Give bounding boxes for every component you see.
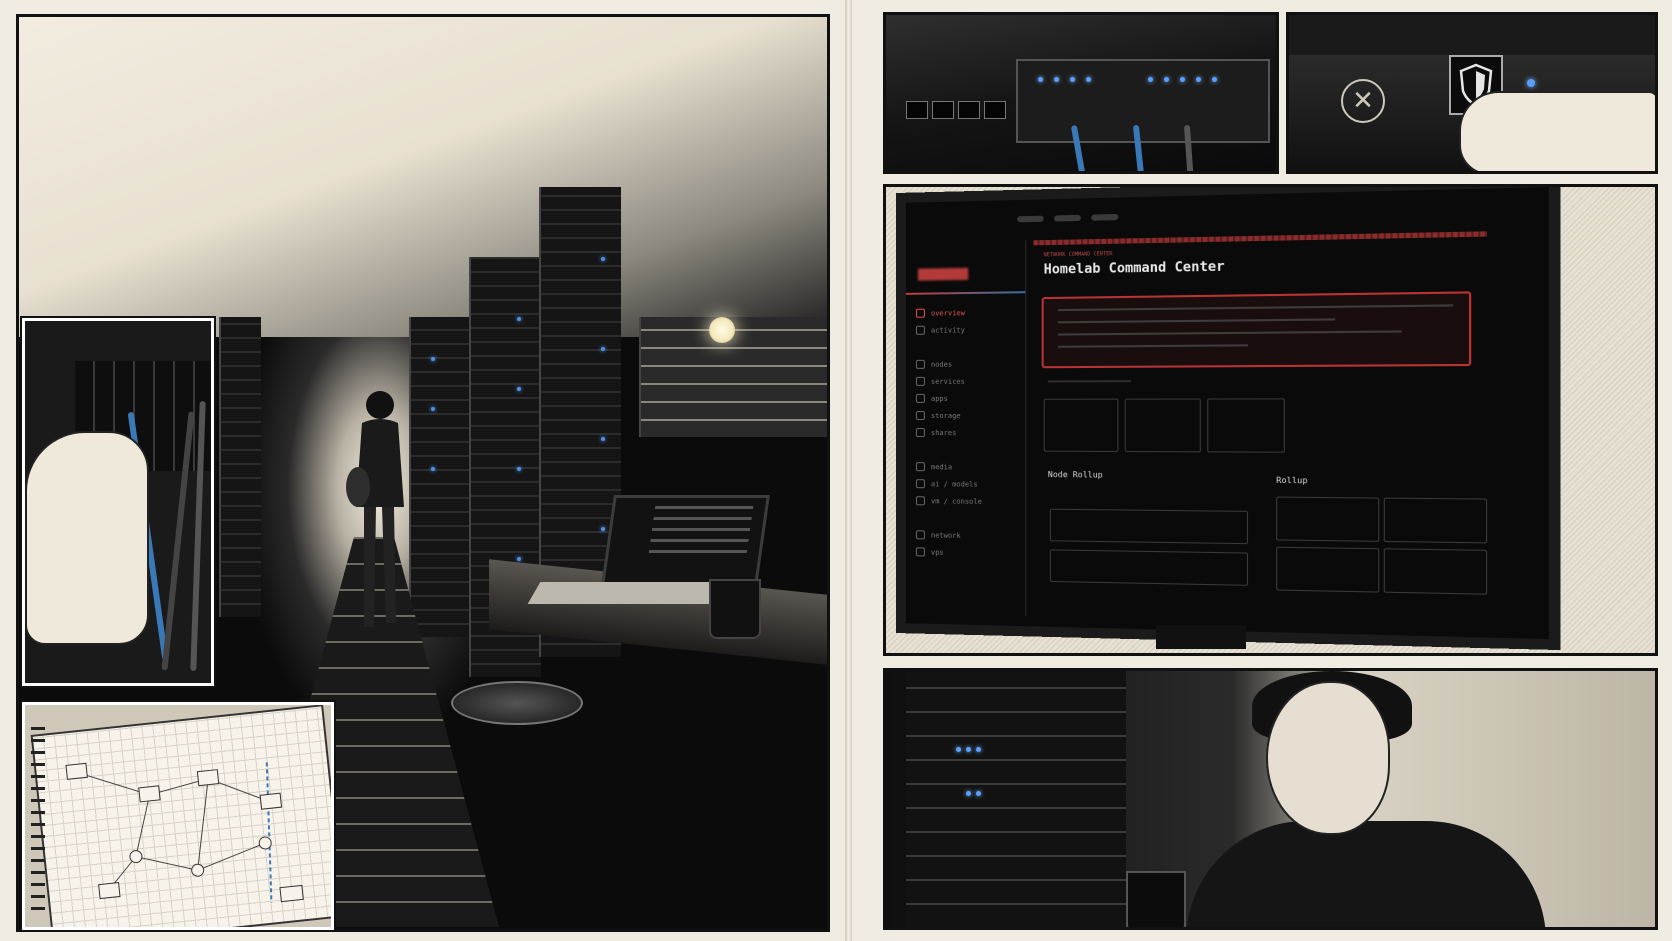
sidebar-item-overview[interactable]: overview [915, 303, 1021, 321]
logo-divider [905, 291, 1026, 295]
hand-plugging-cable [25, 431, 149, 645]
overview-icon [915, 308, 925, 318]
round-stool [451, 681, 583, 725]
sidebar-item-network[interactable]: network [915, 526, 1021, 545]
window-topbar [1017, 213, 1119, 223]
person-walking-figure [346, 391, 404, 627]
close-x-icon: ✕ [1341, 79, 1385, 123]
apps-icon [915, 393, 925, 403]
rollup-tile[interactable] [1383, 497, 1488, 544]
page-gutter [845, 0, 852, 941]
stat-card[interactable] [1207, 398, 1285, 453]
graph-paper-sheet [30, 705, 331, 927]
sidebar-item-apps[interactable]: apps [915, 390, 1021, 407]
monitor-panel: overview activity nodes services apps st… [883, 184, 1658, 656]
rollup-tile[interactable] [1276, 546, 1380, 593]
ethernet-port [932, 101, 954, 119]
sidebar-group-heading [916, 441, 1021, 459]
node-rollup-heading: Node Rollup [1047, 469, 1103, 480]
network-switch-panel [883, 12, 1279, 174]
ethernet-port [958, 101, 980, 119]
vm-console-icon [915, 496, 925, 506]
notebook-spiral-binding [31, 719, 45, 919]
stat-card[interactable] [1043, 398, 1119, 452]
hand-drawn-network-diagram [65, 762, 304, 903]
stat-card[interactable] [1124, 398, 1201, 453]
sidebar-item-shares[interactable]: shares [915, 424, 1021, 441]
ethernet-port [906, 101, 928, 119]
monitor-screen: overview activity nodes services apps st… [896, 187, 1561, 651]
sidebar-item-vps[interactable]: vps [915, 543, 1021, 562]
dashboard-ui: overview activity nodes services apps st… [905, 187, 1549, 639]
sidebar-nav: overview activity nodes services apps st… [915, 303, 1021, 562]
man-thinking-panel [883, 668, 1658, 930]
sidebar-group-heading [916, 338, 1021, 356]
sidebar-item-media[interactable]: media [915, 458, 1021, 476]
node-rollup-row[interactable] [1049, 508, 1249, 545]
hanging-lamp [709, 317, 735, 343]
sidebar-item-vm-console[interactable]: vm / console [915, 492, 1021, 510]
app-logo [917, 267, 969, 281]
rollup-heading: Rollup [1276, 475, 1308, 486]
sidebar-item-services[interactable]: services [915, 372, 1021, 390]
dashboard-sidebar: overview activity nodes services apps st… [905, 240, 1027, 617]
server-rack [409, 317, 471, 637]
sidebar-item-nodes[interactable]: nodes [915, 355, 1021, 373]
sidebar-item-ai-models[interactable]: ai / models [915, 475, 1021, 493]
storage-icon [915, 410, 925, 421]
page-title: Homelab Command Center [1043, 259, 1225, 278]
network-diagram-notebook-panel [22, 702, 334, 930]
ethernet-port [984, 101, 1006, 119]
services-icon [915, 376, 925, 386]
switch-chassis [1016, 59, 1270, 143]
placeholder-line [1047, 380, 1132, 383]
page-eyebrow: NETWORK COMMAND CENTER [1043, 251, 1113, 259]
vps-icon [915, 547, 925, 557]
activity-icon [915, 325, 925, 335]
alert-banner [1041, 291, 1472, 369]
network-icon [915, 530, 925, 540]
hand-pressing-button [1459, 91, 1655, 171]
monitor-stand [1156, 625, 1246, 649]
man-face [1266, 681, 1390, 835]
server-rack [219, 317, 261, 617]
sidebar-item-storage[interactable]: storage [915, 407, 1021, 424]
hatched-ceiling [19, 17, 827, 337]
status-led [1527, 79, 1535, 87]
steaming-coffee-mug [1126, 871, 1186, 927]
cable-patch-inset-panel [22, 318, 214, 686]
sidebar-group-heading [916, 509, 1021, 527]
shares-icon [915, 428, 925, 438]
media-icon [915, 462, 925, 472]
man-jacket [1186, 821, 1546, 927]
sidebar-item-activity[interactable]: activity [915, 321, 1021, 339]
rollup-tile[interactable] [1383, 548, 1488, 595]
server-rack [906, 671, 1126, 927]
coffee-mug [709, 579, 761, 639]
rollup-tile[interactable] [1276, 496, 1380, 542]
security-button-panel: ✕ [1286, 12, 1658, 174]
header-accent-bar [1033, 231, 1488, 246]
nodes-icon [915, 359, 925, 369]
ai-models-icon [915, 479, 925, 489]
node-rollup-row[interactable] [1049, 549, 1249, 586]
